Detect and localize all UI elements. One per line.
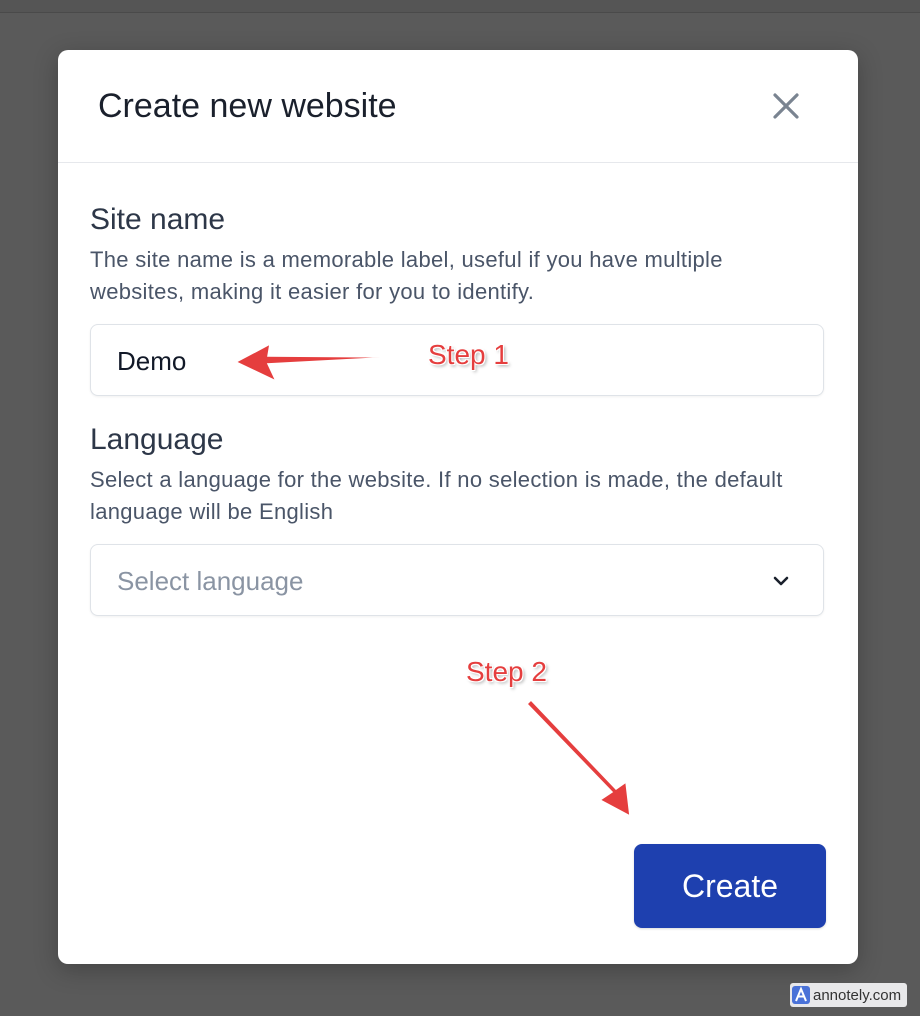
modal-header: Create new website	[58, 50, 858, 163]
step2-label: Step 2	[466, 656, 547, 687]
annotely-logo-icon	[792, 986, 810, 1004]
watermark: annotely.com	[790, 983, 908, 1007]
site-name-help-text: The site name is a memorable label, usef…	[90, 247, 723, 304]
create-button[interactable]: Create	[634, 844, 826, 928]
modal-title: Create new website	[98, 87, 397, 125]
language-select[interactable]: Select language	[90, 544, 824, 616]
site-name-label: Site name	[90, 203, 226, 236]
background-top-strip	[0, 0, 920, 13]
step1-label: Step 1	[428, 339, 509, 370]
close-button[interactable]	[766, 86, 806, 126]
language-placeholder: Select language	[117, 566, 304, 596]
site-name-value: Demo	[117, 346, 187, 376]
watermark-text: annotely.com	[813, 986, 902, 1004]
language-help-text: Select a language for the website. If no…	[90, 467, 783, 524]
create-website-modal: Create new website Site name The site na…	[58, 50, 858, 964]
chevron-down-icon	[773, 576, 789, 586]
close-icon	[773, 93, 799, 119]
language-label: Language	[90, 423, 224, 456]
